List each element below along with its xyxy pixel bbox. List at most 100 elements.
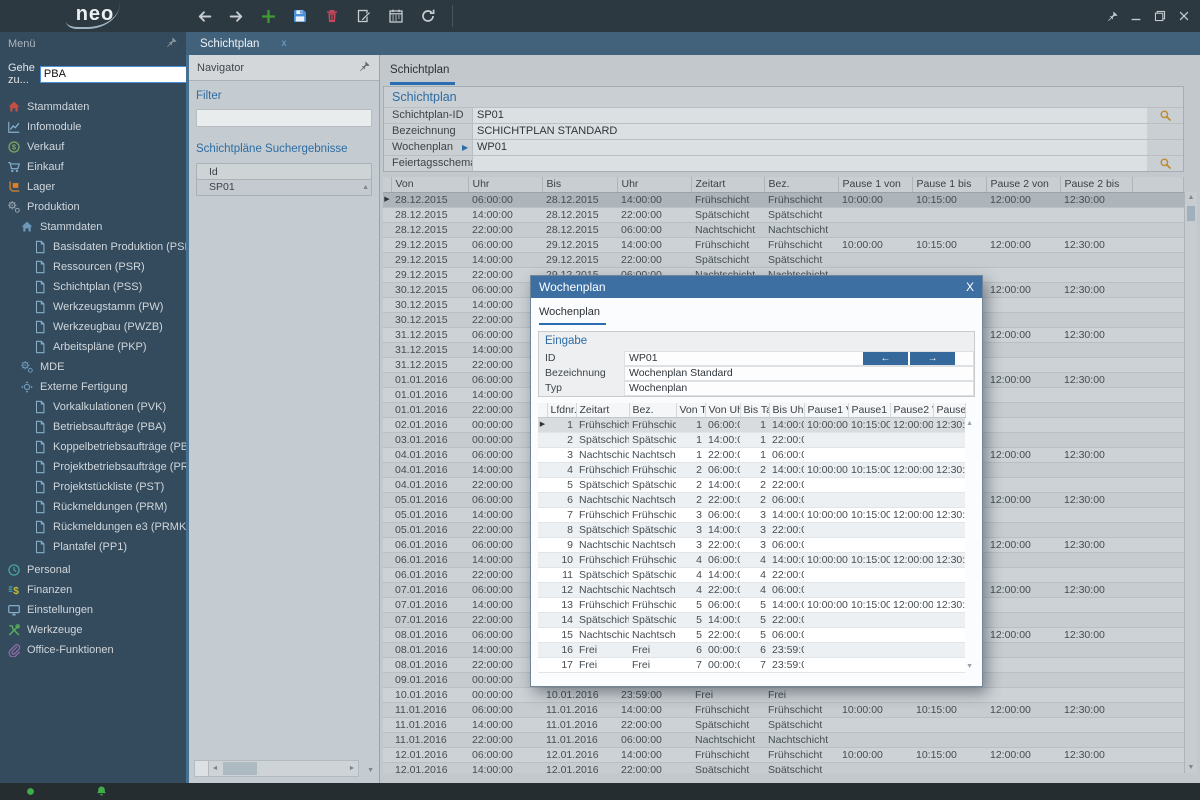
sidebar-item[interactable]: Stammdaten <box>0 217 186 237</box>
field-value[interactable] <box>472 156 1147 171</box>
navigator-horizontal-scrollbar[interactable]: ◄ ► <box>194 760 359 777</box>
delete-icon[interactable] <box>320 4 344 28</box>
sidebar-item[interactable]: Produktion <box>0 197 186 217</box>
lookup-icon[interactable] <box>1147 108 1183 123</box>
list-item[interactable]: SP01▲ <box>197 180 371 195</box>
column-header[interactable]: Von Uhr <box>705 403 740 417</box>
table-vertical-scrollbar[interactable]: ▲ ▼ <box>1184 192 1197 773</box>
dialog-close-icon[interactable]: X <box>966 280 974 294</box>
refresh-icon[interactable] <box>416 4 440 28</box>
table-row[interactable]: 29.12.201514:00:0029.12.201522:00:00Spät… <box>383 252 1184 267</box>
tab-schichtplan[interactable]: Schichtplan x <box>186 32 298 55</box>
sidebar-item[interactable]: $Finanzen <box>0 580 186 600</box>
column-header[interactable]: Pause 1 bis <box>912 177 986 192</box>
table-row[interactable]: 17FreiFrei700:00:00723:59:00 <box>538 657 965 672</box>
column-header[interactable]: Zeitart <box>691 177 764 192</box>
table-row[interactable]: 28.12.201514:00:0028.12.201522:00:00Spät… <box>383 207 1184 222</box>
table-row[interactable]: 11.01.201614:00:0011.01.201622:00:00Spät… <box>383 717 1184 732</box>
column-header[interactable]: Pause 1 von <box>838 177 912 192</box>
table-row[interactable]: 13FrühschichtFrühschicht506:00:00514:00:… <box>538 597 965 612</box>
table-row[interactable]: 12.01.201614:00:0012.01.201622:00:00Spät… <box>383 762 1184 773</box>
table-row[interactable]: 2SpätschichtSpätschicht114:00:00122:00:0… <box>538 432 965 447</box>
sidebar-item[interactable]: Infomodule <box>0 117 186 137</box>
table-row[interactable]: 16FreiFrei600:00:00623:59:00 <box>538 642 965 657</box>
pin-icon[interactable] <box>165 36 178 52</box>
scrollbar-thumb[interactable] <box>223 762 257 775</box>
field-value[interactable]: WP01 <box>472 140 1147 155</box>
table-row[interactable]: 8SpätschichtSpätschicht314:00:00322:00:0… <box>538 522 965 537</box>
sidebar-item[interactable]: Stammdaten <box>0 97 186 117</box>
sidebar-item[interactable]: Office-Funktionen <box>0 640 186 660</box>
column-header[interactable]: Pause 2 von <box>986 177 1060 192</box>
table-row[interactable]: 7FrühschichtFrühschicht306:00:00314:00:0… <box>538 507 965 522</box>
table-row[interactable]: ▶1FrühschichtFrühschicht106:00:00114:00:… <box>538 417 965 432</box>
sidebar-item[interactable]: Werkzeuge <box>0 620 186 640</box>
field-value[interactable]: SP01 <box>472 108 1147 123</box>
sidebar-item[interactable]: MDE <box>0 357 186 377</box>
table-row[interactable]: 10.01.201600:00:0010.01.201623:59:00Frei… <box>383 687 1184 702</box>
table-row[interactable]: ▶28.12.201506:00:0028.12.201514:00:00Frü… <box>383 192 1184 207</box>
sidebar-item[interactable]: Projektstückliste (PST) <box>0 477 186 497</box>
column-header[interactable]: Von <box>391 177 468 192</box>
sidebar-item[interactable]: Einstellungen <box>0 600 186 620</box>
scroll-down-icon[interactable]: ▼ <box>966 663 973 670</box>
column-header[interactable]: Von Tag <box>676 403 705 417</box>
scroll-up-icon[interactable]: ▲ <box>1185 194 1197 201</box>
table-row[interactable]: 6NachtschichtNachtschicht222:00:00206:00… <box>538 492 965 507</box>
sidebar-item[interactable]: Lager <box>0 177 186 197</box>
table-row[interactable]: 12.01.201606:00:0012.01.201614:00:00Früh… <box>383 747 1184 762</box>
close-icon[interactable] <box>1174 6 1194 26</box>
column-header[interactable]: Uhr <box>617 177 691 192</box>
sidebar-item[interactable]: Personal <box>0 560 186 580</box>
sidebar-item[interactable]: Rückmeldungen (PRM) <box>0 497 186 517</box>
column-header[interactable]: Pause1 Bis <box>848 403 890 417</box>
table-row[interactable]: 15NachtschichtNachtschicht522:00:00506:0… <box>538 627 965 642</box>
sidebar-item[interactable]: Schichtplan (PSS) <box>0 277 186 297</box>
sidebar-item[interactable]: Plantafel (PP1) <box>0 537 186 557</box>
scroll-right-icon[interactable]: ► <box>346 765 358 772</box>
scroll-up-icon[interactable]: ▲ <box>966 420 973 427</box>
column-header[interactable]: Zeitart <box>576 403 629 417</box>
field-value[interactable]: Wochenplan <box>624 381 974 396</box>
sidebar-item[interactable]: Rückmeldungen e3 (PRMK) <box>0 517 186 537</box>
table-row[interactable]: 9NachtschichtNachtschicht322:00:00306:00… <box>538 537 965 552</box>
sidebar-item[interactable]: Werkzeugstamm (PW) <box>0 297 186 317</box>
column-header[interactable]: Bis Uhr <box>769 403 804 417</box>
sidebar-item[interactable]: Vorkalkulationen (PVK) <box>0 397 186 417</box>
scroll-up-icon[interactable]: ▲ <box>362 180 371 195</box>
back-icon[interactable] <box>192 4 216 28</box>
restore-icon[interactable] <box>1150 6 1170 26</box>
sidebar-item[interactable]: Einkauf <box>0 157 186 177</box>
sidebar-item[interactable]: $Verkauf <box>0 137 186 157</box>
next-record-button[interactable]: → <box>910 352 955 365</box>
field-value[interactable]: SCHICHTPLAN STANDARD <box>472 124 1147 139</box>
table-row[interactable]: 11.01.201622:00:0011.01.201606:00:00Nach… <box>383 732 1184 747</box>
table-row[interactable]: 14SpätschichtSpätschicht514:00:00522:00:… <box>538 612 965 627</box>
sidebar-item[interactable]: Basisdaten Produktion (PSB) <box>0 237 186 257</box>
dialog-tab-wochenplan[interactable]: Wochenplan <box>539 306 606 325</box>
column-header[interactable]: Uhr <box>468 177 542 192</box>
sidebar-item[interactable]: Werkzeugbau (PWZB) <box>0 317 186 337</box>
sidebar-item[interactable]: Arbeitspläne (PKP) <box>0 337 186 357</box>
dialog-titlebar[interactable]: Wochenplan X <box>531 276 982 298</box>
column-header[interactable]: Pause1 Von <box>804 403 848 417</box>
column-header[interactable]: Bis <box>542 177 617 192</box>
table-row[interactable]: 4FrühschichtFrühschicht206:00:00214:00:0… <box>538 462 965 477</box>
column-header[interactable]: Pause 2 bis <box>1060 177 1132 192</box>
scroll-down-icon[interactable]: ▼ <box>1185 764 1197 771</box>
save-icon[interactable] <box>288 4 312 28</box>
table-row[interactable]: 12NachtschichtNachtschicht422:00:00406:0… <box>538 582 965 597</box>
table-row[interactable]: 10FrühschichtFrühschicht406:00:00414:00:… <box>538 552 965 567</box>
content-tab-schichtplan[interactable]: Schichtplan <box>390 64 455 85</box>
lookup-icon[interactable] <box>1147 156 1183 171</box>
sidebar-item[interactable]: Projektbetriebsaufträge (PRB) <box>0 457 186 477</box>
table-row[interactable]: 11.01.201606:00:0011.01.201614:00:00Früh… <box>383 702 1184 717</box>
prev-record-button[interactable]: ← <box>863 352 908 365</box>
add-icon[interactable] <box>256 4 280 28</box>
forward-icon[interactable] <box>224 4 248 28</box>
pin-icon[interactable] <box>358 60 371 76</box>
filter-input[interactable] <box>196 109 372 127</box>
sidebar-item[interactable]: Koppelbetriebsaufträge (PBAK) <box>0 437 186 457</box>
column-header[interactable]: Pause2 Bis <box>933 403 965 417</box>
column-header[interactable]: Bez. <box>629 403 676 417</box>
